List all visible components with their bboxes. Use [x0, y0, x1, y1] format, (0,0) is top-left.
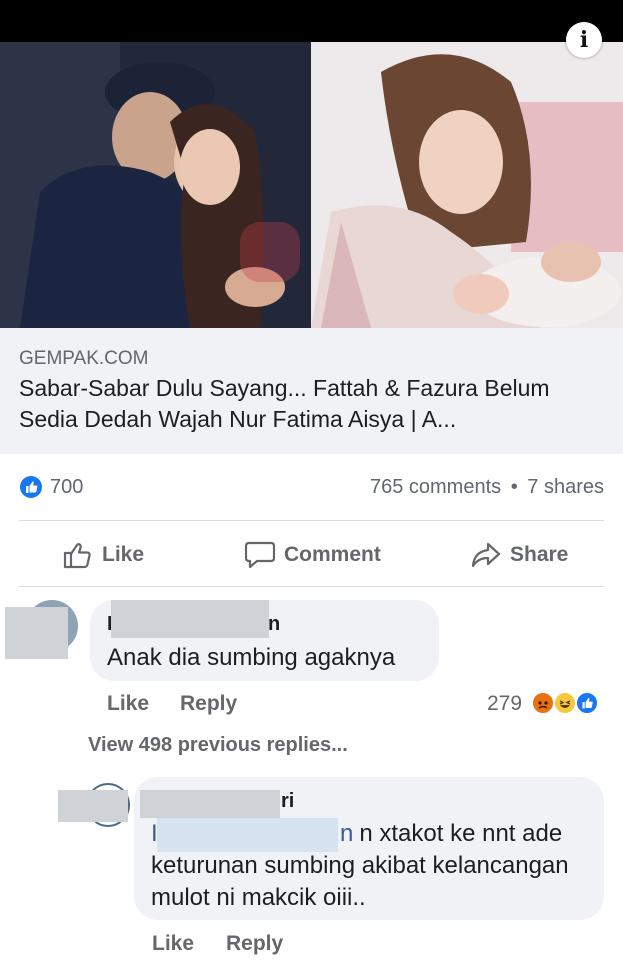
couple-photo-illustration: [0, 42, 311, 328]
link-domain: GEMPAK.COM: [19, 348, 149, 369]
view-previous-replies[interactable]: View 498 previous replies...: [88, 734, 348, 757]
info-icon[interactable]: i: [566, 22, 602, 58]
angry-face-icon: [531, 691, 555, 715]
redacted-mention: [157, 818, 338, 852]
comment-label: Comment: [284, 543, 381, 566]
stats-separator: •: [510, 476, 518, 498]
comment-like-button[interactable]: Like: [107, 692, 149, 716]
mention-end[interactable]: n: [340, 820, 353, 847]
like-icon: [575, 691, 599, 715]
divider: [19, 520, 604, 521]
redacted-author-name: [111, 600, 269, 638]
post-stats: 765 comments • 7 shares: [370, 476, 604, 499]
link-title[interactable]: Sabar-Sabar Dulu Sayang... Fattah & Fazu…: [19, 373, 609, 435]
comment-text: Anak dia sumbing agaknya: [107, 644, 396, 671]
like-button[interactable]: Like: [62, 538, 144, 572]
laughing-face-icon: [553, 691, 577, 715]
redacted-author-name: [140, 790, 280, 818]
post-photo-right[interactable]: [311, 42, 623, 328]
top-bar: [0, 0, 623, 42]
thumbs-up-icon: [63, 543, 91, 569]
comment-button[interactable]: Comment: [244, 538, 381, 572]
reply-text-start: n xtakot ke nnt ade: [359, 820, 563, 847]
like-icon: [20, 476, 42, 498]
post-photo-left[interactable]: [0, 42, 311, 328]
mother-baby-photo-illustration: [311, 42, 623, 328]
share-count[interactable]: 7 shares: [527, 476, 604, 498]
reply-text-first-line: nn xtakot ke nnt ade: [340, 818, 562, 850]
share-label: Share: [510, 543, 569, 566]
share-arrow-icon: [471, 542, 501, 568]
reply-like-button[interactable]: Like: [152, 932, 194, 956]
reply-author-end[interactable]: ri: [281, 790, 294, 813]
redacted-avatar: [58, 790, 128, 822]
comment-count[interactable]: 765 comments: [370, 476, 501, 498]
comment-reply-button[interactable]: Reply: [180, 692, 237, 716]
divider: [19, 586, 604, 587]
share-button[interactable]: Share: [470, 538, 568, 572]
comment-author-end[interactable]: n: [268, 613, 280, 636]
redacted-avatar: [5, 607, 68, 659]
comment-bubble-icon: [244, 541, 276, 569]
like-count[interactable]: 700: [50, 476, 83, 499]
reply-text: keturunan sumbing akibat kelancangan mul…: [151, 852, 569, 911]
like-label: Like: [102, 543, 145, 566]
reply-reply-button[interactable]: Reply: [226, 932, 283, 956]
reaction-count[interactable]: 279: [487, 692, 522, 716]
